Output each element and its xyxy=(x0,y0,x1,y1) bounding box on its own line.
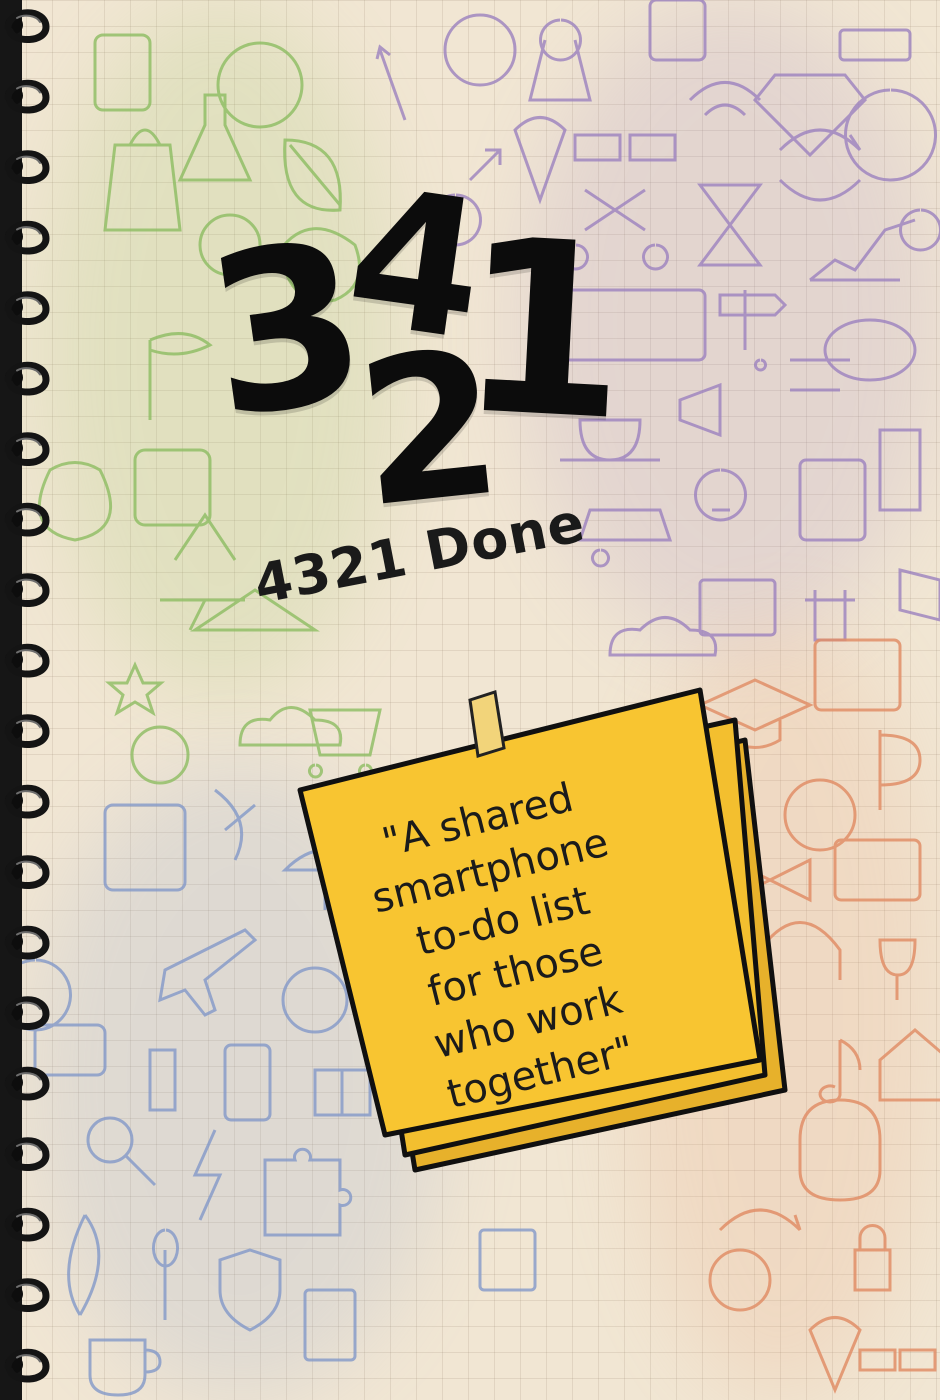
sticky-note-stack xyxy=(297,687,788,1173)
notebook-cover: 3 4 2 1 4321 Done "A shared smartphone t… xyxy=(0,0,940,1400)
